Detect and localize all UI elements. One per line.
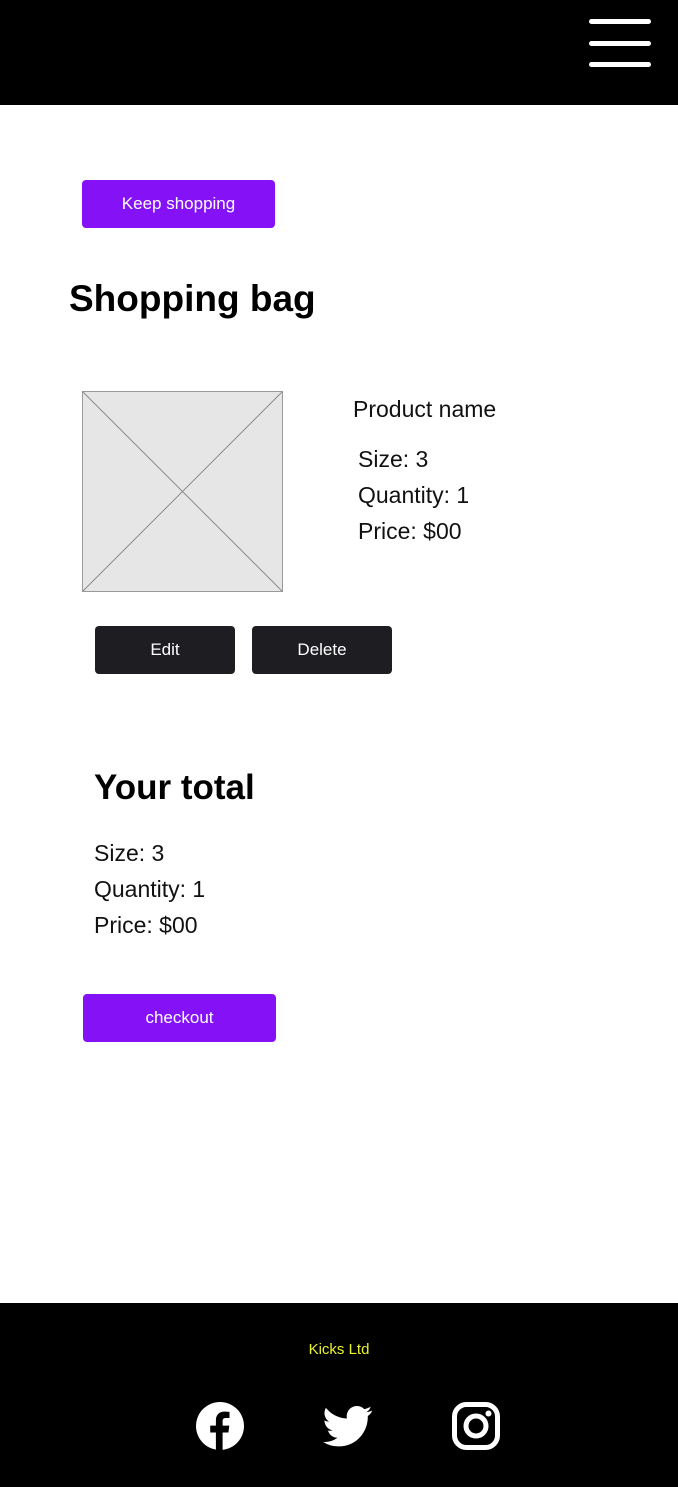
delete-button[interactable]: Delete <box>252 626 392 674</box>
keep-shopping-button[interactable]: Keep shopping <box>82 180 275 228</box>
image-placeholder-icon <box>82 391 283 592</box>
page-title: Shopping bag <box>69 278 316 319</box>
hamburger-menu-icon[interactable] <box>586 17 654 69</box>
product-price: Price: $00 <box>358 518 462 544</box>
menu-bar-bottom <box>589 62 651 67</box>
site-footer <box>0 1303 678 1487</box>
twitter-icon[interactable] <box>323 1401 373 1451</box>
footer-brand: Kicks Ltd <box>308 1341 370 1358</box>
total-size: Size: 3 <box>94 840 165 866</box>
checkout-button[interactable]: checkout <box>83 994 276 1042</box>
total-title: Your total <box>94 768 255 807</box>
facebook-icon[interactable] <box>195 1401 245 1451</box>
menu-bar-middle <box>589 41 651 46</box>
top-header <box>0 0 678 105</box>
product-quantity: Quantity: 1 <box>358 482 470 508</box>
total-quantity: Quantity: 1 <box>94 876 206 902</box>
menu-bar-top <box>589 19 651 24</box>
product-size: Size: 3 <box>358 446 429 472</box>
instagram-icon[interactable] <box>451 1401 501 1451</box>
edit-button[interactable]: Edit <box>95 626 235 674</box>
total-price: Price: $00 <box>94 912 198 938</box>
product-name: Product name <box>353 396 497 422</box>
